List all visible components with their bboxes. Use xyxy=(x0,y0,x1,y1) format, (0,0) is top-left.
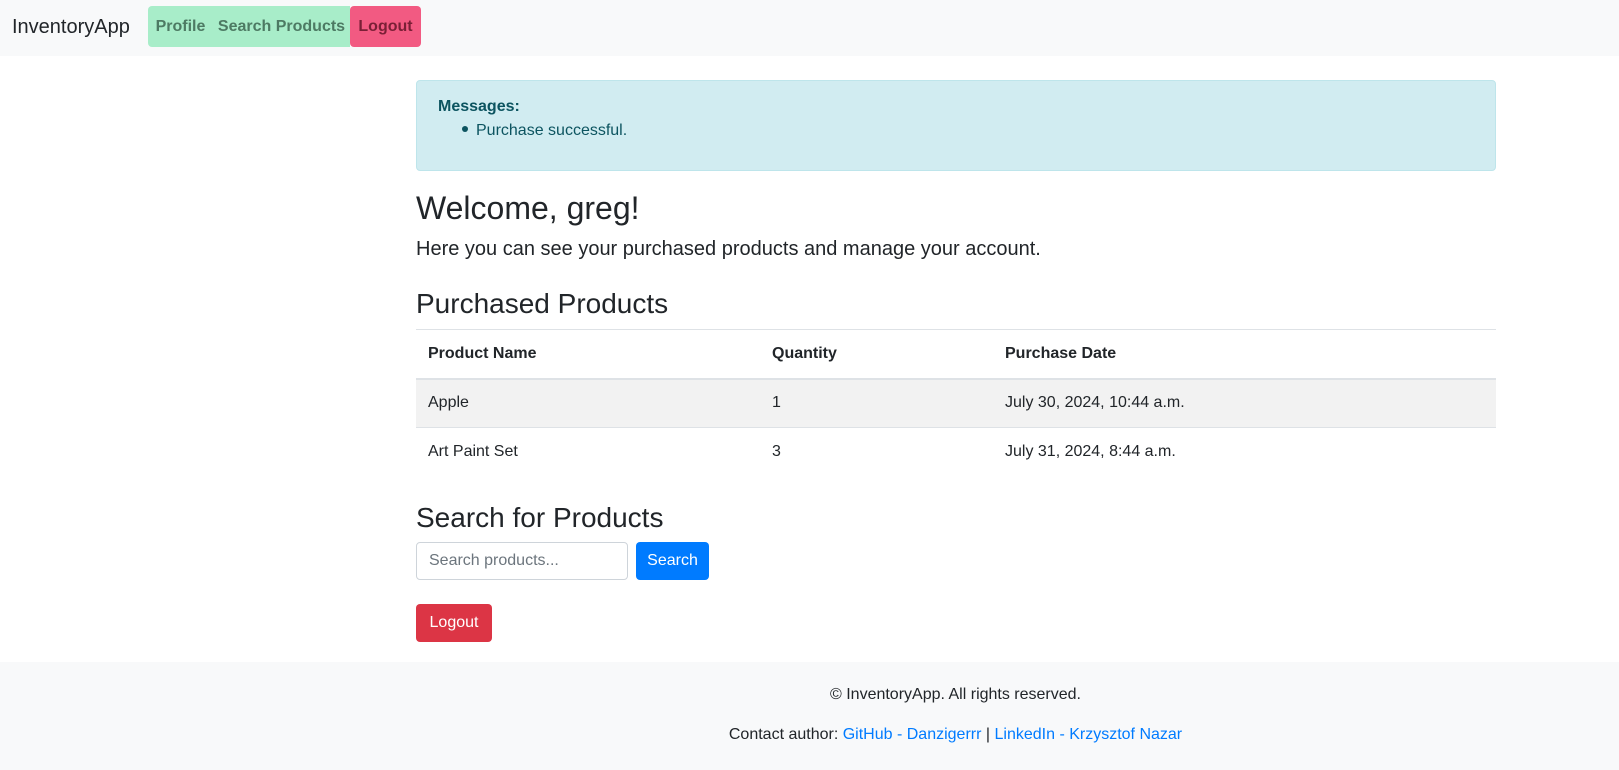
welcome-heading: Welcome, greg! xyxy=(416,190,640,226)
brand-link[interactable]: InventoryApp xyxy=(12,16,130,39)
welcome-lead: Here you can see your purchased products… xyxy=(416,238,1041,260)
column-header-purchase-date: Purchase Date xyxy=(1005,344,1117,362)
search-heading: Search for Products xyxy=(416,502,664,533)
message-item: Purchase successful. xyxy=(462,122,627,140)
navbar: InventoryApp Profile Search Products Log… xyxy=(0,0,1619,56)
table-header-row: Product Name Quantity Purchase Date xyxy=(416,329,1496,379)
search-button[interactable]: Search xyxy=(636,542,709,580)
messages-title: Messages: xyxy=(438,98,520,115)
column-header-product-name: Product Name xyxy=(428,344,537,362)
logout-button[interactable]: Logout xyxy=(416,604,492,642)
cell-product-name: Art Paint Set xyxy=(428,443,518,461)
cell-purchase-date: July 31, 2024, 8:44 a.m. xyxy=(1005,443,1176,461)
linkedin-link[interactable]: LinkedIn - Krzysztof Nazar xyxy=(995,726,1183,743)
table-row: Apple 1 July 30, 2024, 10:44 a.m. xyxy=(416,378,1496,428)
contact-prefix: Contact author: xyxy=(728,726,839,743)
cell-purchase-date: July 30, 2024, 10:44 a.m. xyxy=(1005,394,1185,412)
search-input[interactable] xyxy=(416,542,628,580)
cell-product-name: Apple xyxy=(428,394,469,412)
cell-quantity: 1 xyxy=(772,394,781,412)
footer: © InventoryApp. All rights reserved. Con… xyxy=(0,662,1619,770)
purchased-products-heading: Purchased Products xyxy=(416,288,669,319)
message-text: Purchase successful. xyxy=(476,122,628,139)
column-header-quantity: Quantity xyxy=(772,344,837,362)
bullet-icon xyxy=(462,125,468,132)
footer-separator: | xyxy=(985,726,991,743)
footer-contact: Contact author: GitHub - Danzigerrr | Li… xyxy=(0,726,1619,744)
footer-copyright: © InventoryApp. All rights reserved. xyxy=(829,686,1081,703)
nav-profile-button[interactable]: Profile xyxy=(148,6,213,47)
messages-alert: Messages: Purchase successful. xyxy=(416,80,1496,171)
nav-search-products-button[interactable]: Search Products xyxy=(213,6,350,47)
purchased-products-table: Product Name Quantity Purchase Date Appl… xyxy=(416,329,1496,477)
cell-quantity: 3 xyxy=(772,443,781,461)
nav-logout-button[interactable]: Logout xyxy=(350,6,421,47)
table-row: Art Paint Set 3 July 31, 2024, 8:44 a.m. xyxy=(416,428,1496,477)
github-link[interactable]: GitHub - Danzigerrr xyxy=(843,726,982,743)
